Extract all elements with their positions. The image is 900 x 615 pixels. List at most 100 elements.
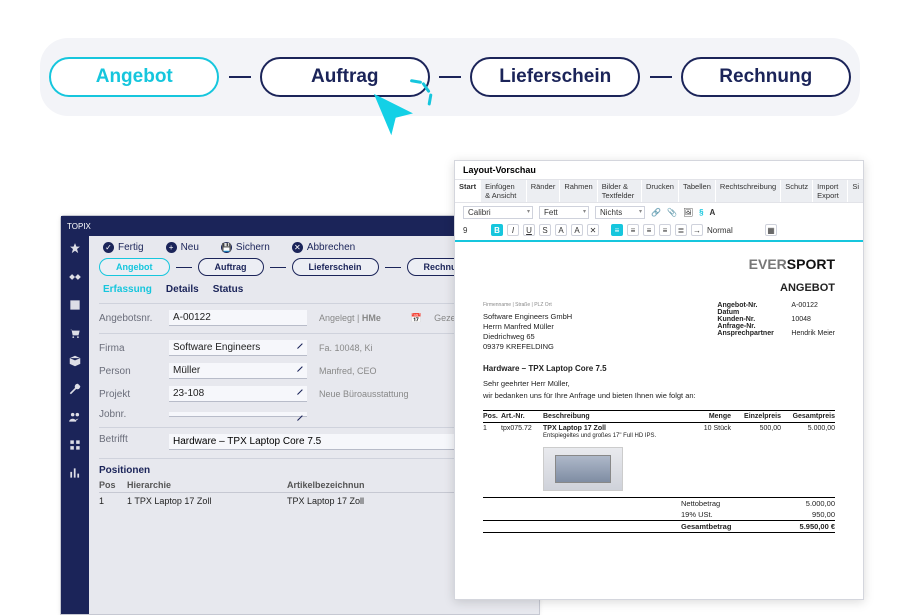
ribbon-tab[interactable]: Import Export <box>813 180 847 202</box>
section-sym-icon[interactable]: § <box>699 208 703 217</box>
label-person: Person <box>99 366 169 377</box>
tab-status[interactable]: Status <box>213 284 244 295</box>
save-button[interactable]: 💾Sichern <box>221 242 270 253</box>
editor-ribbon: Start Einfügen & Ansicht Ränder Rahmen B… <box>455 179 863 202</box>
indent-button[interactable]: → <box>691 224 703 236</box>
ribbon-tab[interactable]: Si <box>848 180 863 202</box>
product-image <box>543 447 623 491</box>
cart-icon[interactable] <box>68 326 82 340</box>
doc-intro: wir bedanken uns für Ihre Anfrage und bi… <box>483 391 835 400</box>
ribbon-tab[interactable]: Ränder <box>527 180 560 202</box>
flow-connector <box>650 76 672 78</box>
brand-logo: EVERSPORT <box>483 256 835 272</box>
process-flow: Angebot Auftrag Lieferschein Rechnung <box>40 38 860 116</box>
image-icon[interactable]: 🖼 <box>683 208 693 217</box>
person-field[interactable]: Müller <box>169 363 307 379</box>
projekt-aside: Neue Büroausstattung <box>319 389 409 399</box>
insert-row-button[interactable]: ▦ <box>765 224 777 236</box>
box-icon[interactable] <box>68 354 82 368</box>
firma-field[interactable]: Software Engineers <box>169 340 307 356</box>
list-button[interactable]: ≣ <box>675 224 687 236</box>
format-bar: 9 B I U S A A ✕ ≡ ≡ ≡ ≡ ≣ → Normal ▦ <box>455 222 863 240</box>
font-style-select[interactable]: Nichts <box>595 206 645 219</box>
document-page: EVERSPORT ANGEBOT Firmenname | Straße | … <box>455 242 863 547</box>
strike-button[interactable]: S <box>539 224 551 236</box>
font-size-select[interactable]: 9 <box>463 226 487 235</box>
ribbon-tab[interactable]: Tabellen <box>679 180 715 202</box>
flow-connector <box>229 76 251 78</box>
person-aside: Manfred, CEO <box>319 366 377 376</box>
highlight-button[interactable]: A <box>571 224 583 236</box>
doc-meta: Angebot-Nr.A-00122 Datum Kunden-Nr.10048… <box>717 302 835 352</box>
preview-title: Layout-Vorschau <box>455 161 863 179</box>
cancel-button[interactable]: ✕Abbrechen <box>292 242 355 253</box>
sidebar <box>61 236 89 614</box>
currency-icon[interactable] <box>68 298 82 312</box>
chart-icon[interactable] <box>68 466 82 480</box>
italic-button[interactable]: I <box>507 224 519 236</box>
font-family-select[interactable]: Calibri <box>463 206 533 219</box>
clear-format-button[interactable]: ✕ <box>587 224 599 236</box>
firma-aside: Fa. 10048, Ki <box>319 343 373 353</box>
letter-a-icon[interactable]: A <box>710 208 716 217</box>
doc-items-table: Pos.Art.-Nr.BeschreibungMengeEinzelpreis… <box>483 410 835 441</box>
ribbon-tab[interactable]: Schutz <box>781 180 812 202</box>
tab-details[interactable]: Details <box>166 284 199 295</box>
attach-icon[interactable]: 📎 <box>667 208 677 217</box>
label-offerno: Angebotsnr. <box>99 313 169 324</box>
ribbon-tab[interactable]: Einfügen & Ansicht <box>481 180 526 202</box>
ribbon-tab[interactable]: Bilder & Textfelder <box>598 180 641 202</box>
font-color-button[interactable]: A <box>555 224 567 236</box>
wrench-icon[interactable] <box>68 382 82 396</box>
recipient-address: Firmenname | Straße | PLZ Ort Software E… <box>483 302 572 352</box>
step-auftrag[interactable]: Auftrag <box>198 258 264 276</box>
align-left-button[interactable]: ≡ <box>611 224 623 236</box>
cursor-icon <box>370 92 416 143</box>
font-weight-select[interactable]: Fett <box>539 206 589 219</box>
label-projekt: Projekt <box>99 389 169 400</box>
align-center-button[interactable]: ≡ <box>627 224 639 236</box>
edit-icon[interactable] <box>296 387 305 396</box>
ribbon-tab[interactable]: Drucken <box>642 180 678 202</box>
ribbon-tab[interactable]: Rahmen <box>560 180 596 202</box>
jobnr-field[interactable] <box>169 412 307 417</box>
edit-icon[interactable] <box>296 364 305 373</box>
grid-icon[interactable] <box>68 438 82 452</box>
doc-subject: Hardware – TPX Laptop Core 7.5 <box>483 364 835 373</box>
font-bar: Calibri Fett Nichts 🔗 📎 🖼 § A <box>455 202 863 222</box>
flow-step-rechnung[interactable]: Rechnung <box>681 57 851 97</box>
people-icon[interactable] <box>68 410 82 424</box>
handshake-icon[interactable] <box>68 270 82 284</box>
label-betrifft: Betrifft <box>99 434 169 450</box>
projekt-field[interactable]: 23-108 <box>169 386 307 402</box>
star-icon[interactable] <box>68 242 82 256</box>
edit-icon[interactable] <box>296 341 305 350</box>
link-icon[interactable]: 🔗 <box>651 208 661 217</box>
doc-heading: ANGEBOT <box>483 282 835 294</box>
tab-erfassung[interactable]: Erfassung <box>103 284 152 295</box>
ribbon-tab[interactable]: Rechtschreibung <box>716 180 780 202</box>
doc-greeting: Sehr geehrter Herr Müller, <box>483 379 835 388</box>
flow-step-angebot[interactable]: Angebot <box>49 57 219 97</box>
step-lieferschein[interactable]: Lieferschein <box>292 258 379 276</box>
label-jobnr: Jobnr. <box>99 409 169 420</box>
new-button[interactable]: +Neu <box>166 242 199 253</box>
table-row: 1tpx075.72TPX Laptop 17 ZollEntspiegelte… <box>483 423 835 441</box>
ribbon-tab[interactable]: Start <box>455 180 480 202</box>
step-angebot[interactable]: Angebot <box>99 258 170 276</box>
offerno-field[interactable]: A-00122 <box>169 310 307 326</box>
align-right-button[interactable]: ≡ <box>643 224 655 236</box>
edit-icon[interactable] <box>296 413 305 422</box>
created-by-label: Angelegt | HMe <box>319 313 381 323</box>
paragraph-style-select[interactable]: Normal <box>707 226 761 235</box>
flow-step-auftrag[interactable]: Auftrag <box>260 57 430 97</box>
flow-step-lieferschein[interactable]: Lieferschein <box>470 57 640 97</box>
flow-connector <box>439 76 461 78</box>
underline-button[interactable]: U <box>523 224 535 236</box>
layout-preview-window: Layout-Vorschau Start Einfügen & Ansicht… <box>454 160 864 600</box>
label-firma: Firma <box>99 343 169 354</box>
align-justify-button[interactable]: ≡ <box>659 224 671 236</box>
totals-block: Nettobetrag5.000,00 19% USt.950,00 Gesam… <box>483 497 835 533</box>
bold-button[interactable]: B <box>491 224 503 236</box>
done-button[interactable]: ✓Fertig <box>103 242 144 253</box>
